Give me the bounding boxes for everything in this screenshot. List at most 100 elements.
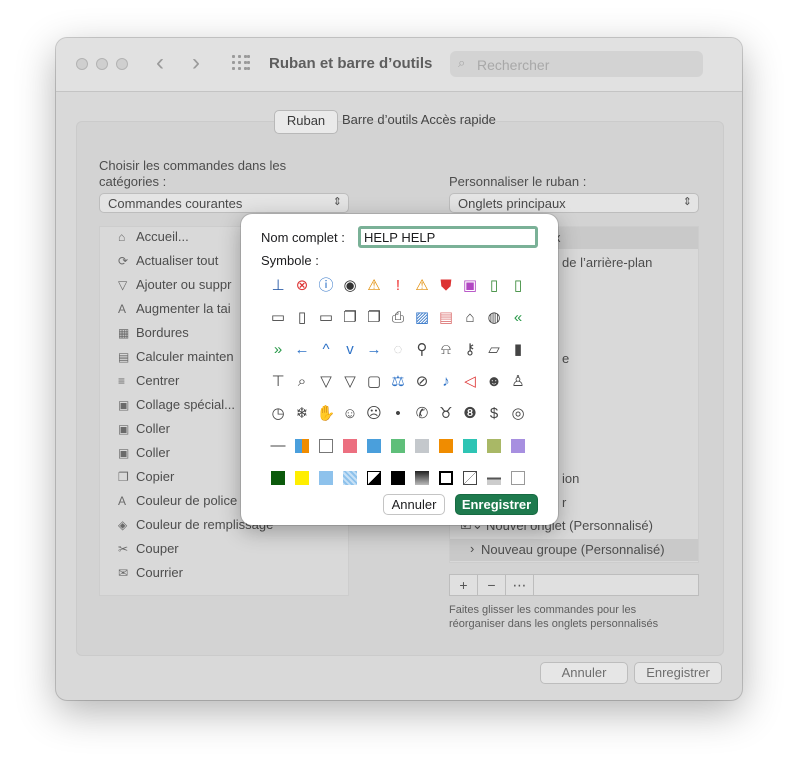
smile-icon[interactable]: ☺: [340, 404, 360, 424]
swatch-olive[interactable]: [484, 436, 504, 456]
save-disk-icon[interactable]: ▣: [460, 276, 480, 296]
snowflake-icon[interactable]: ❄: [292, 404, 312, 424]
document-refresh-icon[interactable]: ▯: [508, 276, 528, 296]
cancel-circle-icon[interactable]: ⊗: [292, 276, 312, 296]
clock-icon[interactable]: ◷: [268, 404, 288, 424]
dialog-cancel-button[interactable]: Annuler: [383, 494, 445, 515]
document-icon[interactable]: ▯: [292, 308, 312, 328]
swatch-teal[interactable]: [460, 436, 480, 456]
tree-row-new-group[interactable]: › Nouveau groupe (Personnalisé): [450, 539, 698, 561]
swatch-lightblue[interactable]: [316, 468, 336, 488]
tab-quick-access[interactable]: Barre d’outils Accès rapide: [342, 110, 522, 132]
more-options-button[interactable]: ⋯: [506, 575, 534, 595]
funnel-icon[interactable]: ▽: [340, 372, 360, 392]
grid-color-icon[interactable]: [292, 436, 312, 456]
commands-category-dropdown[interactable]: Commandes courantes ⇕: [99, 193, 349, 213]
folder-icon[interactable]: ▭: [268, 308, 288, 328]
swatch-frame[interactable]: [436, 468, 456, 488]
folder-open-icon[interactable]: ▭: [316, 308, 336, 328]
eye-icon[interactable]: ◎: [508, 404, 528, 424]
swatch-gradient[interactable]: [412, 468, 432, 488]
document-signed-icon[interactable]: ▤: [436, 308, 456, 328]
add-button[interactable]: +: [450, 575, 478, 595]
lock-icon[interactable]: ⍾: [436, 340, 456, 360]
forward-arrow-icon[interactable]: ›: [192, 51, 200, 75]
magnifier-icon[interactable]: ⌕: [292, 372, 312, 392]
ribbon-tabs-dropdown[interactable]: Onglets principaux ⇕: [449, 193, 699, 213]
info-icon[interactable]: ⓘ: [316, 276, 336, 296]
command-list-item[interactable]: ✉ Courrier: [118, 565, 183, 587]
warning-icon[interactable]: ⚠: [364, 276, 384, 296]
document-arrow-icon[interactable]: ▯: [484, 276, 504, 296]
swatch-purple[interactable]: [508, 436, 528, 456]
command-list-item[interactable]: ▣ Collage spécial...: [118, 397, 235, 419]
window-stack-icon[interactable]: ❐: [364, 308, 384, 328]
phone-icon[interactable]: ✆: [412, 404, 432, 424]
warning-icon[interactable]: ⚠: [412, 276, 432, 296]
tab-ruban[interactable]: Ruban: [274, 110, 338, 134]
frown-icon[interactable]: ☹: [364, 404, 384, 424]
dollar-people-icon[interactable]: $: [484, 404, 504, 424]
image-icon[interactable]: ▨: [412, 308, 432, 328]
command-list-item[interactable]: ▣ Coller: [118, 421, 170, 443]
swatch-bars[interactable]: [484, 468, 504, 488]
full-name-input[interactable]: [358, 226, 538, 248]
badge-person-icon[interactable]: ▢: [364, 372, 384, 392]
bookmark-icon[interactable]: ▮: [508, 340, 528, 360]
swatch-empty[interactable]: [508, 468, 528, 488]
double-arrow-right-icon[interactable]: »: [268, 340, 288, 360]
swatch-orange[interactable]: [436, 436, 456, 456]
presentation-icon[interactable]: ⊤: [268, 372, 288, 392]
person-group-icon[interactable]: ☻: [484, 372, 504, 392]
piggy-bank-icon[interactable]: ♉: [436, 404, 456, 424]
command-list-item[interactable]: A Augmenter la tai: [118, 301, 231, 323]
target-icon[interactable]: ◉: [340, 276, 360, 296]
swatch-darkgreen[interactable]: [268, 468, 288, 488]
swatch-checkblue[interactable]: [340, 468, 360, 488]
arrow-right-icon[interactable]: →: [364, 340, 384, 360]
swatch-pink[interactable]: [340, 436, 360, 456]
command-list-item[interactable]: ▤ Calculer mainten: [118, 349, 234, 371]
search-field[interactable]: ⌕ Rechercher: [450, 51, 703, 77]
swatch-green[interactable]: [388, 436, 408, 456]
show-all-grid-icon[interactable]: [232, 55, 250, 73]
collapsed-chevron-icon[interactable]: ›: [470, 541, 474, 556]
printer-icon[interactable]: ⎙: [388, 308, 408, 328]
palette-icon[interactable]: ◍: [484, 308, 504, 328]
key-icon[interactable]: ⚷: [460, 340, 480, 360]
dialog-save-button[interactable]: Enregistrer: [455, 494, 538, 515]
shield-icon[interactable]: ⛊: [436, 276, 456, 296]
swatch-yellow[interactable]: [292, 468, 312, 488]
swatch-diagonal[interactable]: [364, 468, 384, 488]
chevron-up-icon[interactable]: ^: [316, 340, 336, 360]
command-list-item[interactable]: ≡ Centrer: [118, 373, 179, 395]
window-save-button[interactable]: Enregistrer: [634, 662, 722, 684]
house-icon[interactable]: ⌂: [460, 308, 480, 328]
swatch-gray[interactable]: [412, 436, 432, 456]
person-icon[interactable]: ♙: [508, 372, 528, 392]
scales-icon[interactable]: ⚖: [388, 372, 408, 392]
window-stack-icon[interactable]: ❐: [340, 308, 360, 328]
chevron-down-icon[interactable]: v: [340, 340, 360, 360]
arrow-left-icon[interactable]: ←: [292, 340, 312, 360]
command-list-item[interactable]: ▽ Ajouter ou suppr: [118, 277, 231, 299]
back-arrow-icon[interactable]: ‹: [156, 51, 164, 75]
swatch-white[interactable]: [316, 436, 336, 456]
calculator-icon[interactable]: •: [388, 404, 408, 424]
swatch-blue[interactable]: [364, 436, 384, 456]
no-entry-icon[interactable]: ⊘: [412, 372, 432, 392]
command-list-item[interactable]: ▦ Bordures: [118, 325, 189, 347]
command-list-item[interactable]: ✂ Couper: [118, 541, 179, 563]
command-list-item[interactable]: ▣ Coller: [118, 445, 170, 467]
eight-ball-icon[interactable]: ❽: [460, 404, 480, 424]
window-cancel-button[interactable]: Annuler: [540, 662, 628, 684]
hand-icon[interactable]: ✋: [316, 404, 336, 424]
org-chart-icon[interactable]: ⊥: [268, 276, 288, 296]
zoom-window-button[interactable]: [116, 58, 128, 70]
minimize-window-button[interactable]: [96, 58, 108, 70]
exclamation-icon[interactable]: !: [388, 276, 408, 296]
back-circle-icon[interactable]: ◌: [388, 340, 408, 360]
double-arrow-left-icon[interactable]: «: [508, 308, 528, 328]
scroll-icon[interactable]: ▱: [484, 340, 504, 360]
command-list-item[interactable]: ❐ Copier: [118, 469, 174, 491]
